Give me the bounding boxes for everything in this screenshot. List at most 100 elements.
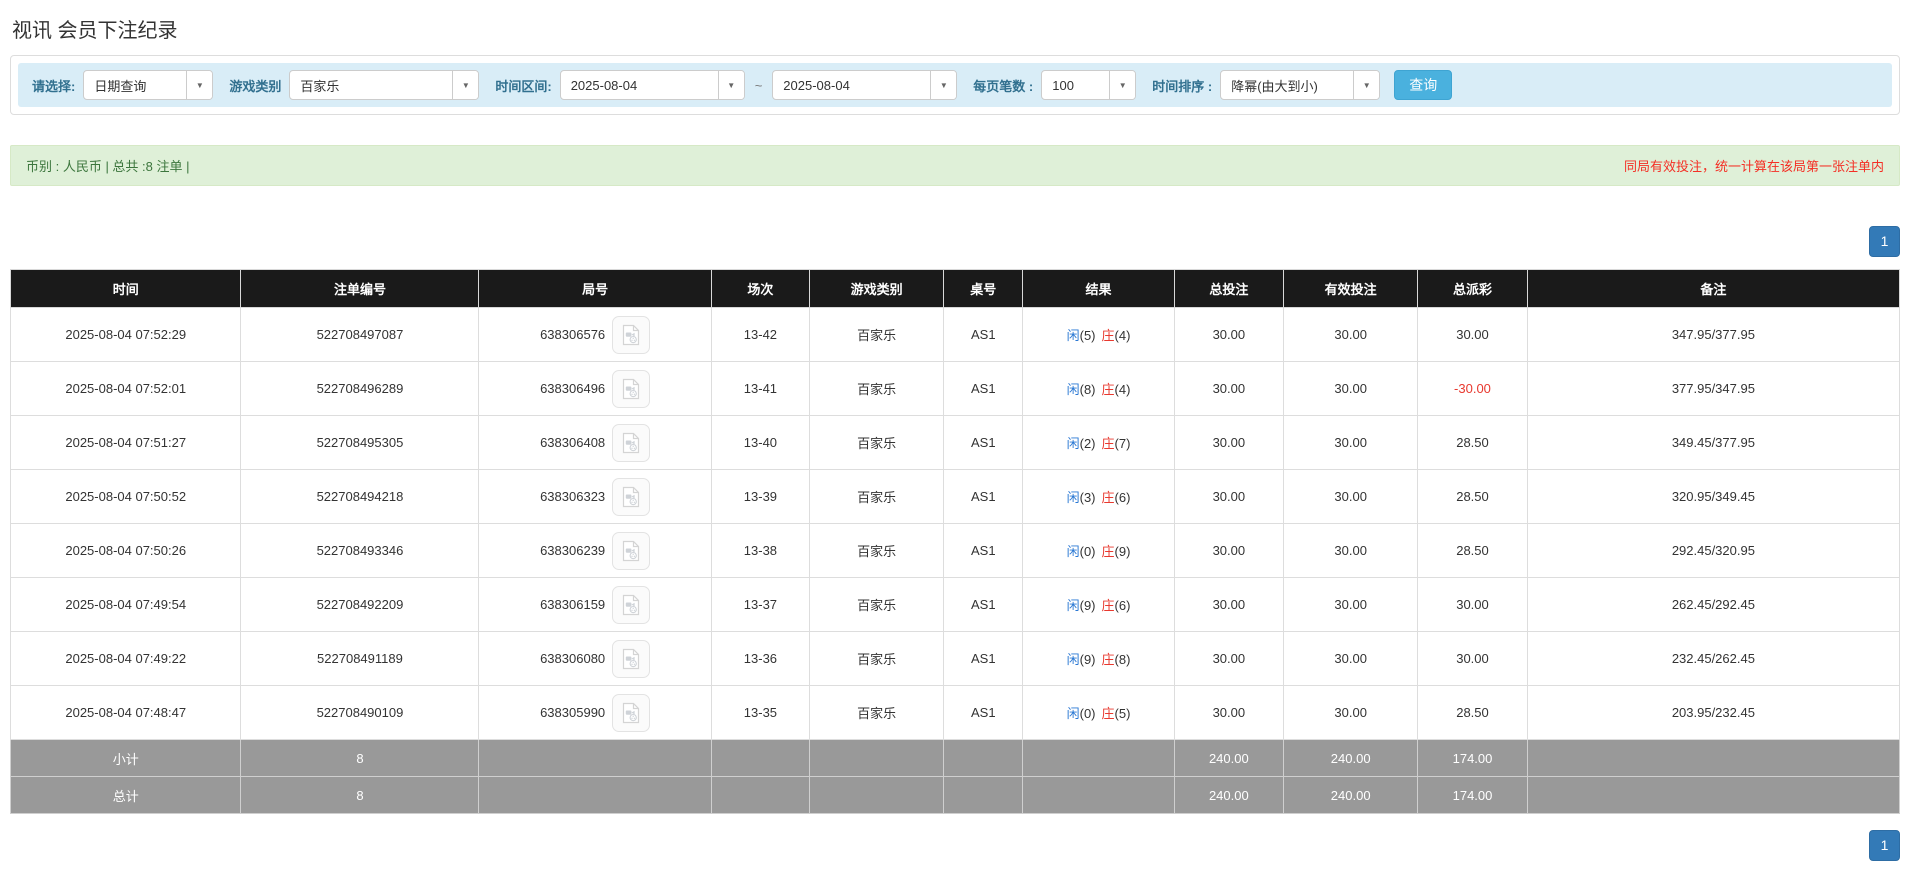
result-player-label: 闲 (1067, 652, 1080, 667)
page-size-label: 每页笔数 : (973, 76, 1033, 95)
result-player-label: 闲 (1067, 490, 1080, 505)
result-player-score: (3) (1080, 490, 1096, 505)
round-number: 638306408 (540, 435, 605, 450)
cell-table-no: AS1 (944, 308, 1023, 362)
result-player-label: 闲 (1067, 544, 1080, 559)
cell-bet-id: 522708492209 (241, 578, 479, 632)
page-button-1[interactable]: 1 (1869, 830, 1900, 861)
cell-payout: 30.00 (1418, 578, 1528, 632)
grand-total-row: 总计 8 240.00 240.00 174.00 (11, 777, 1900, 814)
video-file-icon (619, 647, 643, 671)
table-row: 2025-08-04 07:51:27 522708495305 6383064… (11, 416, 1900, 470)
cell-total-bet[interactable]: 30.00 (1174, 470, 1284, 524)
cell-session: 13-37 (711, 578, 809, 632)
cell-table-no: AS1 (944, 686, 1023, 740)
video-replay-button[interactable] (612, 370, 650, 408)
result-player-label: 闲 (1067, 598, 1080, 613)
cell-session: 13-41 (711, 362, 809, 416)
cell-total-bet[interactable]: 30.00 (1174, 578, 1284, 632)
cell-time: 2025-08-04 07:49:22 (11, 632, 241, 686)
col-payout: 总派彩 (1418, 270, 1528, 308)
sort-order-value: 降幂(由大到小) (1221, 71, 1353, 99)
chevron-down-icon[interactable]: ▼ (718, 71, 744, 99)
cell-table-no: AS1 (944, 470, 1023, 524)
cell-session: 13-42 (711, 308, 809, 362)
result-banker-label: 庄 (1102, 328, 1115, 343)
cell-total-bet[interactable]: 30.00 (1174, 524, 1284, 578)
table-header-row: 时间 注单编号 局号 场次 游戏类别 桌号 结果 总投注 有效投注 总派彩 备注 (11, 270, 1900, 308)
result-banker-score: (9) (1115, 544, 1131, 559)
chevron-down-icon[interactable]: ▼ (1109, 71, 1135, 99)
result-player-score: (9) (1080, 598, 1096, 613)
cell-game-type: 百家乐 (810, 686, 944, 740)
subtotal-row: 小计 8 240.00 240.00 174.00 (11, 740, 1900, 777)
result-banker-score: (8) (1115, 652, 1131, 667)
col-round-id: 局号 (479, 270, 711, 308)
cell-round-id: 638306239 (479, 524, 711, 578)
video-replay-button[interactable] (612, 424, 650, 462)
result-banker-label: 庄 (1102, 652, 1115, 667)
chevron-down-icon[interactable]: ▼ (1353, 71, 1379, 99)
cell-remark: 349.45/377.95 (1527, 416, 1899, 470)
cell-round-id: 638306408 (479, 416, 711, 470)
col-result: 结果 (1023, 270, 1174, 308)
video-replay-button[interactable] (612, 316, 650, 354)
cell-time: 2025-08-04 07:49:54 (11, 578, 241, 632)
cell-valid-bet: 30.00 (1284, 578, 1418, 632)
col-table-no: 桌号 (944, 270, 1023, 308)
round-number: 638306576 (540, 327, 605, 342)
cell-payout: 28.50 (1418, 416, 1528, 470)
cell-total-bet[interactable]: 30.00 (1174, 362, 1284, 416)
cell-game-type: 百家乐 (810, 362, 944, 416)
subtotal-count: 8 (241, 740, 479, 777)
cell-valid-bet: 30.00 (1284, 362, 1418, 416)
result-player-score: (0) (1080, 544, 1096, 559)
cell-valid-bet: 30.00 (1284, 416, 1418, 470)
cell-payout: 30.00 (1418, 308, 1528, 362)
result-banker-label: 庄 (1102, 382, 1115, 397)
video-replay-button[interactable] (612, 694, 650, 732)
cell-remark: 232.45/262.45 (1527, 632, 1899, 686)
cell-total-bet[interactable]: 30.00 (1174, 308, 1284, 362)
result-player-score: (2) (1080, 436, 1096, 451)
subtotal-total-bet: 240.00 (1174, 740, 1284, 777)
video-replay-button[interactable] (612, 586, 650, 624)
query-type-select[interactable]: 日期查询 ▼ (83, 70, 213, 100)
cell-table-no: AS1 (944, 632, 1023, 686)
cell-game-type: 百家乐 (810, 632, 944, 686)
cell-remark: 203.95/232.45 (1527, 686, 1899, 740)
sort-order-select[interactable]: 降幂(由大到小) ▼ (1220, 70, 1380, 100)
result-player-score: (8) (1080, 382, 1096, 397)
date-from-select[interactable]: 2025-08-04 ▼ (560, 70, 745, 100)
result-player-label: 闲 (1067, 436, 1080, 451)
date-range-label: 时间区间: (495, 76, 551, 95)
video-replay-button[interactable] (612, 532, 650, 570)
grand-total-valid-bet: 240.00 (1284, 777, 1418, 814)
video-file-icon (619, 701, 643, 725)
video-replay-button[interactable] (612, 478, 650, 516)
cell-bet-id: 522708493346 (241, 524, 479, 578)
cell-round-id: 638306496 (479, 362, 711, 416)
game-type-select[interactable]: 百家乐 ▼ (289, 70, 479, 100)
video-file-icon (619, 431, 643, 455)
page-button-1[interactable]: 1 (1869, 226, 1900, 257)
cell-round-id: 638306080 (479, 632, 711, 686)
video-replay-button[interactable] (612, 640, 650, 678)
page-size-select[interactable]: 100 ▼ (1041, 70, 1136, 100)
cell-total-bet[interactable]: 30.00 (1174, 686, 1284, 740)
date-to-select[interactable]: 2025-08-04 ▼ (772, 70, 957, 100)
table-row: 2025-08-04 07:52:01 522708496289 6383064… (11, 362, 1900, 416)
cell-remark: 377.95/347.95 (1527, 362, 1899, 416)
cell-time: 2025-08-04 07:52:01 (11, 362, 241, 416)
cell-table-no: AS1 (944, 362, 1023, 416)
chevron-down-icon[interactable]: ▼ (452, 71, 478, 99)
chevron-down-icon[interactable]: ▼ (930, 71, 956, 99)
search-button[interactable]: 查询 (1394, 70, 1452, 100)
chevron-down-icon[interactable]: ▼ (186, 71, 212, 99)
cell-result: 闲(0)庄(9) (1023, 524, 1174, 578)
cell-total-bet[interactable]: 30.00 (1174, 416, 1284, 470)
grand-total-payout: 174.00 (1418, 777, 1528, 814)
pagination-bottom: 1 (10, 830, 1900, 861)
cell-total-bet[interactable]: 30.00 (1174, 632, 1284, 686)
cell-session: 13-35 (711, 686, 809, 740)
